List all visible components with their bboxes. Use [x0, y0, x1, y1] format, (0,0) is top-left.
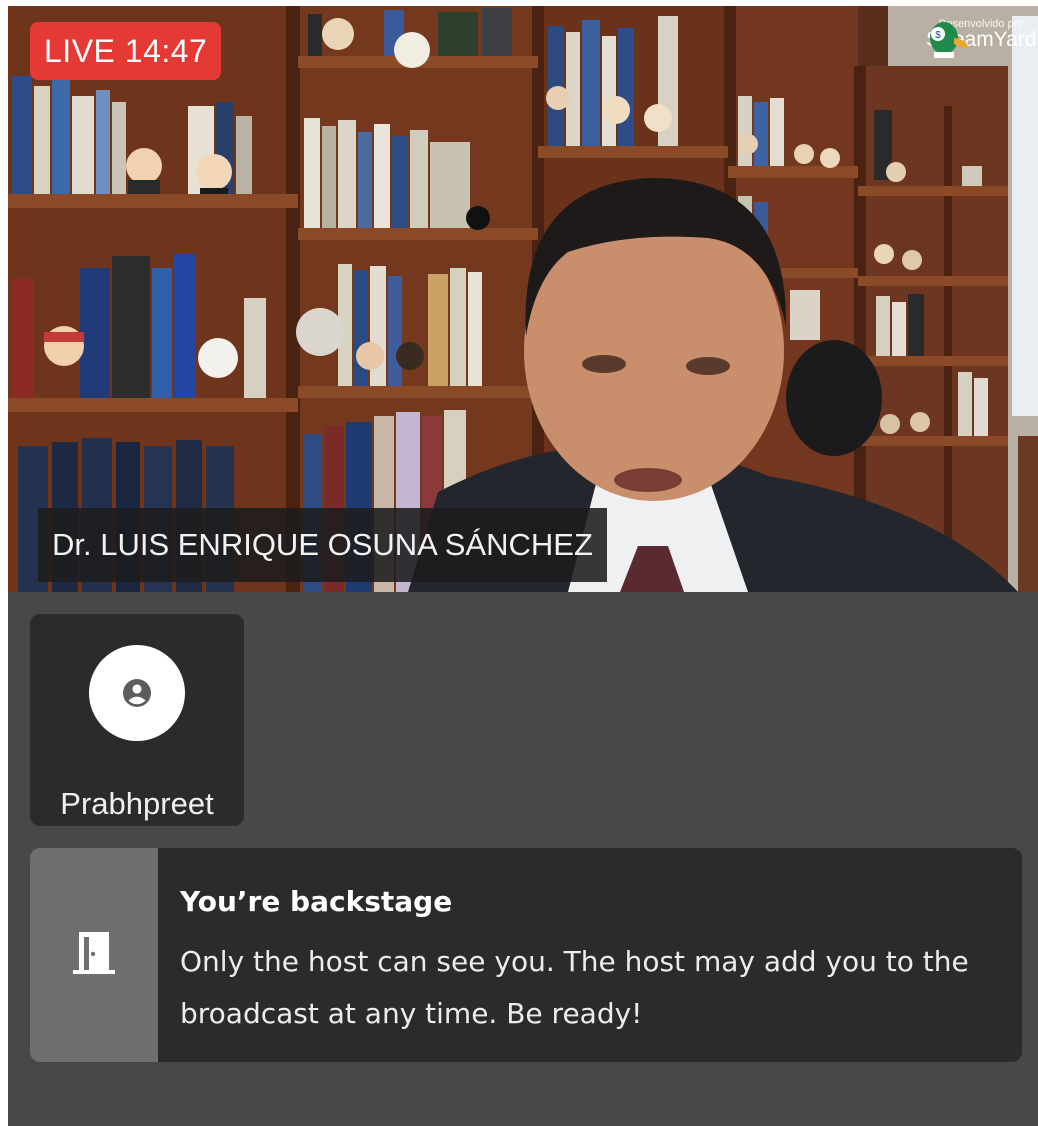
duck-logo-icon: $: [930, 22, 968, 58]
streamyard-watermark: Desenvolvido por $ StreamYard: [926, 18, 1037, 58]
live-timer-badge: LIVE 14:47: [30, 22, 222, 80]
speaker-name-tag: Dr. LUIS ENRIQUE OSUNA SÁNCHEZ: [38, 508, 607, 582]
notice-icon-panel: [30, 848, 158, 1062]
speaker-video: LIVE 14:47 Desenvolvido por $ StreamYard…: [8, 6, 1038, 592]
door-icon: [73, 932, 115, 974]
participant-tile[interactable]: Prabhpreet: [30, 614, 244, 826]
video-frame-image: [8, 6, 1038, 592]
stream-view: LIVE 14:47 Desenvolvido por $ StreamYard…: [8, 6, 1038, 1126]
participant-name: Prabhpreet: [60, 786, 214, 821]
avatar: [89, 645, 185, 741]
svg-text:$: $: [935, 30, 941, 41]
notice-message: Only the host can see you. The host may …: [180, 945, 969, 1030]
person-icon: [123, 679, 151, 707]
backstage-notice: You’re backstage Only the host can see y…: [30, 848, 1022, 1062]
notice-title: You’re backstage: [180, 885, 453, 918]
